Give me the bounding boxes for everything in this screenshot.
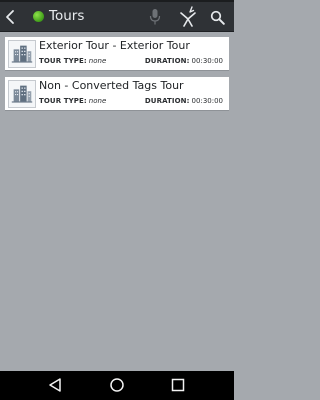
tour-type-value: none — [88, 57, 107, 65]
action-bar: Tours — [0, 2, 234, 32]
tour-type-label: TOUR TYPE: — [39, 57, 87, 65]
nav-recents-icon[interactable] — [171, 378, 185, 392]
tour-duration: DURATION: 00:30:00 — [145, 57, 223, 66]
tour-duration-label: DURATION: — [144, 97, 190, 105]
search-icon[interactable] — [210, 10, 225, 25]
nav-back-icon[interactable] — [47, 377, 63, 393]
tour-duration: DURATION: 00:30:00 — [145, 97, 223, 106]
chevron-left-icon[interactable] — [4, 9, 16, 25]
building-thumbnail-icon — [8, 40, 36, 68]
page-title: Tours — [49, 8, 85, 24]
tour-duration-label: DURATION: — [144, 57, 190, 65]
status-indicator-icon — [33, 11, 44, 22]
tour-list-item[interactable]: Non - Converted Tags Tour TOUR TYPE: none… — [5, 77, 229, 111]
tour-type-label: TOUR TYPE: — [39, 97, 87, 105]
tour-duration-value: 00:30:00 — [191, 57, 223, 65]
building-thumbnail-icon — [8, 80, 36, 108]
tour-type: TOUR TYPE: none — [39, 97, 106, 106]
tour-title: Non - Converted Tags Tour — [39, 79, 184, 92]
tour-list-item[interactable]: Exterior Tour - Exterior Tour TOUR TYPE:… — [5, 37, 229, 71]
tour-title: Exterior Tour - Exterior Tour — [39, 39, 190, 52]
nav-home-icon[interactable] — [109, 377, 125, 393]
tour-tool-icon[interactable] — [179, 6, 197, 28]
tour-duration-value: 00:30:00 — [191, 97, 223, 105]
tour-type-value: none — [88, 97, 107, 105]
system-nav-bar — [0, 371, 234, 400]
microphone-icon[interactable] — [149, 8, 161, 26]
tour-type: TOUR TYPE: none — [39, 57, 106, 66]
